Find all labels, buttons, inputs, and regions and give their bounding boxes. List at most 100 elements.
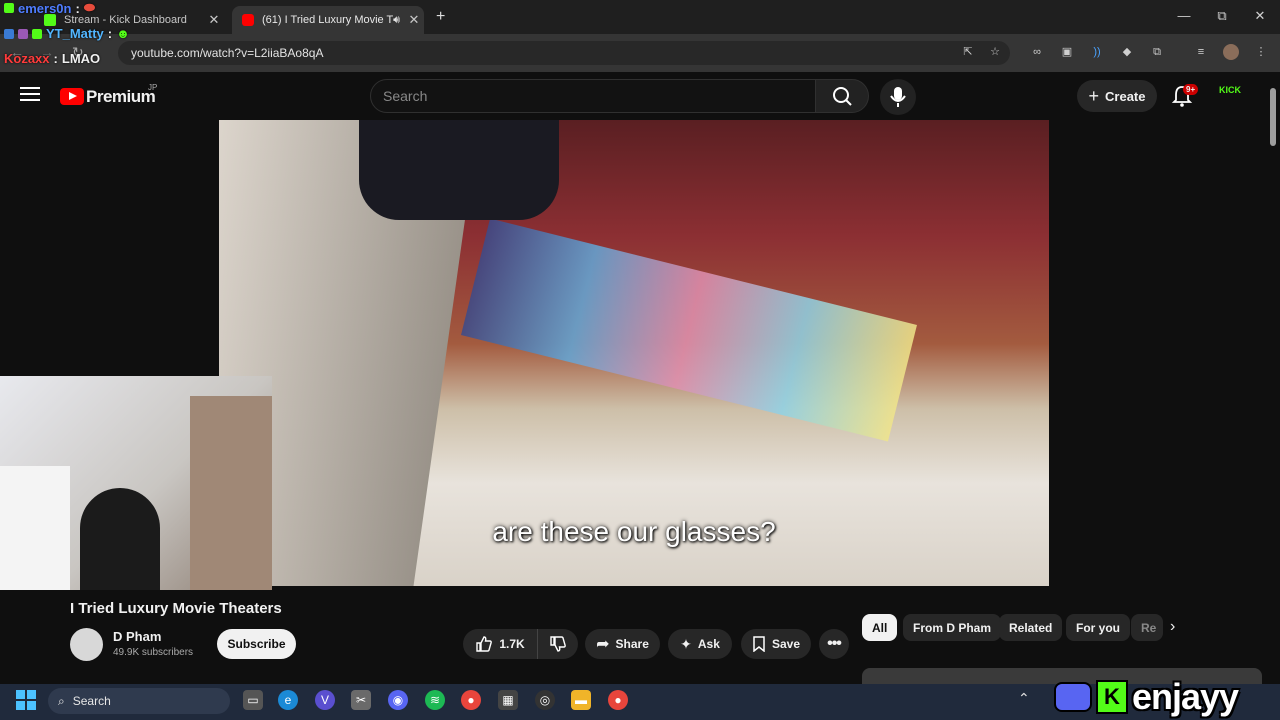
video-scene-person [359,120,559,220]
sparkle-icon: ✦ [680,635,692,652]
share-button[interactable]: ➦ Share [585,629,660,659]
video-caption: are these our glasses? [492,516,776,547]
snipping-tool-icon[interactable]: ✂ [351,690,371,710]
chat-badge-icon [4,28,14,39]
subscribe-button[interactable]: Subscribe [217,629,296,659]
ask-label: Ask [697,637,720,651]
search-icon [833,87,852,106]
kick-logo-icon: K [1096,680,1128,714]
channel-name[interactable]: D Pham [113,629,161,644]
channel-avatar[interactable] [70,628,103,661]
chip-truncated[interactable]: Re [1131,614,1163,641]
extension-diamond-icon[interactable]: ◆ [1119,44,1135,60]
close-tab-icon[interactable]: ✕ [404,12,424,28]
spotify-icon[interactable]: ≋ [425,690,445,710]
voice-search-button[interactable] [880,79,916,115]
chevron-right-icon[interactable]: › [1170,618,1175,636]
search-input[interactable]: Search [370,79,816,113]
chat-username: Kozaxx [4,51,50,66]
thumbs-up-icon [476,636,493,652]
chat-badge-icon [4,3,14,13]
premium-label[interactable]: Premium [86,87,156,107]
webcam-curtain [0,466,70,590]
streamer-name: enjayy [1132,676,1239,717]
install-app-icon[interactable]: ⇱ [960,44,976,60]
dislike-button[interactable] [537,629,578,659]
share-arrow-icon: ➦ [596,636,610,653]
chrome-icon[interactable]: ● [461,690,481,710]
discord-icon[interactable]: ◉ [388,690,408,710]
speaker-icon[interactable]: 🔊︎ [393,14,400,27]
close-tab-icon[interactable]: ✕ [204,12,224,28]
extensions-puzzle-icon[interactable]: ⧉ [1149,44,1165,60]
restore-button[interactable]: ⧉ [1210,8,1234,24]
extension-glasses-icon[interactable]: ∞ [1029,44,1045,60]
chrome-alt-icon[interactable]: ● [608,690,628,710]
vivaldi-icon[interactable]: V [315,690,335,710]
close-window-button[interactable]: ✕ [1248,8,1272,24]
save-label: Save [771,637,801,651]
chip-all[interactable]: All [862,614,898,641]
chat-badge-icon [18,28,28,39]
discord-logo-icon [1054,682,1092,712]
like-count: 1.7K [499,637,525,651]
save-button[interactable]: Save [741,629,811,659]
webcam-streamer [80,488,160,590]
create-label: Create [1105,88,1146,104]
more-dots-icon: ••• [827,635,842,652]
minimize-button[interactable]: — [1172,8,1196,23]
scrollbar[interactable] [1266,72,1280,684]
streamer-branding: K enjayy [1054,676,1239,718]
url-text[interactable]: youtube.com/watch?v=L2iiaBAo8qA [131,46,323,60]
chat-line: Kozaxx : LMAO [4,51,100,66]
new-tab-button[interactable]: + [436,8,445,26]
chat-separator: : [53,51,58,66]
calculator-icon[interactable]: ▦ [498,690,518,710]
ask-button[interactable]: ✦ Ask [668,629,732,659]
chat-separator: : [75,0,80,16]
extension-audio-icon[interactable]: )) [1089,44,1105,60]
obs-icon[interactable]: ◎ [535,690,555,710]
tab-youtube-video[interactable]: (61) I Tried Luxury Movie Th 🔊︎ ✕ [232,6,424,34]
youtube-logo-icon[interactable] [60,88,84,105]
edge-icon[interactable]: e [278,690,298,710]
bookmark-star-icon[interactable]: ☆ [987,44,1003,60]
taskbar-search[interactable]: ⌕ Search [48,688,230,714]
webcam-overlay [0,376,272,590]
chat-emote-icon: ☻ [116,26,130,41]
chat-username: emers0n [18,0,72,16]
chat-separator: : [107,26,113,41]
search-icon: ⌕ [58,693,65,708]
chat-badge-icon [32,28,42,39]
notification-badge: 9+ [1183,84,1199,95]
bookmark-icon [753,636,765,652]
browser-menu-icon[interactable]: ⋮ [1253,44,1269,60]
profile-avatar[interactable] [1223,44,1239,60]
microphone-icon [890,87,906,107]
like-button[interactable]: 1.7K [463,629,537,659]
chat-line: YT_Matty : ☻ [4,26,130,41]
chip-related[interactable]: Related [999,614,1063,641]
chip-from-channel[interactable]: From D Pham [903,614,1002,641]
task-view-icon[interactable]: ▭ [243,690,263,710]
plus-icon: + [1088,85,1100,106]
tab-title: (61) I Tried Luxury Movie Th [262,14,394,26]
reading-list-icon[interactable]: ≡ [1193,44,1209,60]
chat-emote-icon: ⬬ [83,0,95,15]
more-actions-button[interactable]: ••• [819,629,849,659]
file-explorer-icon[interactable]: ▬ [571,690,591,710]
scrollbar-thumb[interactable] [1270,88,1276,146]
video-scene-counter [461,218,917,442]
subscriber-count: 49.9K subscribers [113,647,194,658]
region-label: JP [148,83,158,92]
tray-chevron-up-icon[interactable]: ⌃ [1018,690,1030,707]
chat-message: LMAO [61,51,101,66]
extension-image-icon[interactable]: ▣ [1059,44,1075,60]
video-title: I Tried Luxury Movie Theaters [70,600,282,617]
chip-for-you[interactable]: For you [1066,614,1130,641]
windows-start-icon[interactable] [16,690,36,710]
account-avatar[interactable]: KICK [1216,85,1244,107]
search-button[interactable] [815,79,869,113]
create-button[interactable]: + Create [1077,80,1157,112]
hamburger-menu-icon[interactable] [20,87,40,105]
